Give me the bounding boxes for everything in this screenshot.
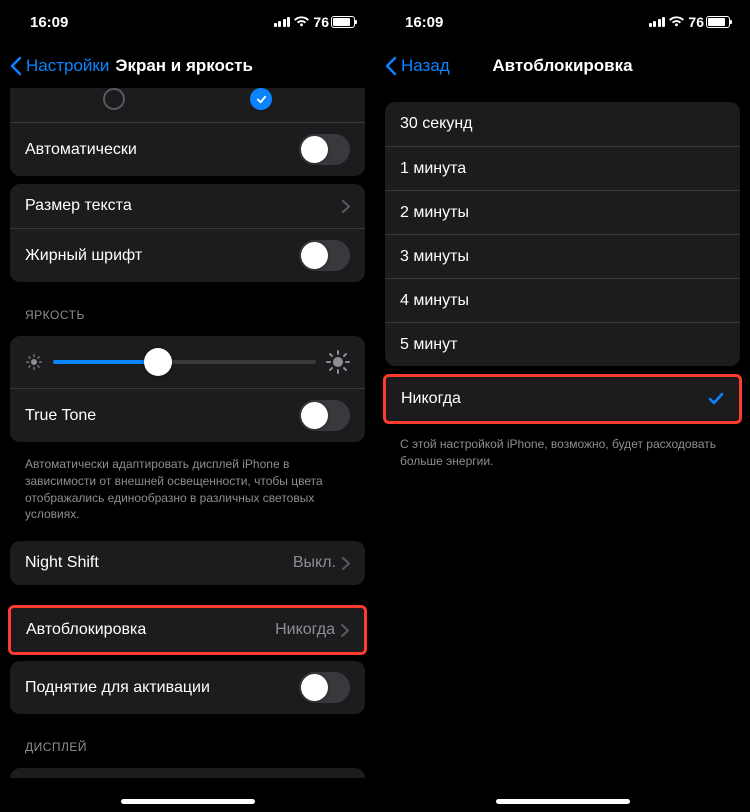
option-30s[interactable]: 30 секунд: [385, 102, 740, 146]
status-time: 16:09: [405, 14, 443, 31]
back-label: Назад: [401, 56, 450, 76]
option-3min[interactable]: 3 минуты: [385, 234, 740, 278]
nightshift-group: Night Shift Выкл.: [10, 541, 365, 585]
back-label: Настройки: [26, 56, 109, 76]
row-label: True Tone: [25, 407, 299, 425]
option-label: 30 секунд: [400, 115, 725, 133]
option-4min[interactable]: 4 минуты: [385, 278, 740, 322]
chevron-right-icon: [342, 557, 350, 570]
row-value: Выкл.: [293, 554, 336, 572]
row-label: Night Shift: [25, 554, 293, 572]
status-bar: 16:09 76: [0, 0, 375, 44]
signal-icon: [649, 17, 666, 27]
home-indicator[interactable]: [121, 799, 255, 804]
highlight-autolock: Автоблокировка Никогда: [8, 605, 367, 655]
option-never[interactable]: Никогда: [386, 377, 739, 421]
brightness-slider-row: [10, 336, 365, 388]
row-label: Автоблокировка: [26, 621, 275, 639]
check-icon: [708, 391, 724, 407]
row-label: Жирный шрифт: [25, 247, 299, 265]
text-group: Размер текста Жирный шрифт: [10, 184, 365, 282]
status-right: 76: [649, 14, 730, 30]
option-5min[interactable]: 5 минут: [385, 322, 740, 366]
brightness-group: True Tone: [10, 336, 365, 442]
home-indicator[interactable]: [496, 799, 630, 804]
option-label: 1 минута: [400, 160, 725, 178]
battery-icon: [706, 16, 730, 28]
raise-to-wake-row: Поднятие для активации: [10, 661, 365, 714]
phone-right: 16:09 76 Назад Автоблокировка 30 секунд …: [375, 0, 750, 812]
auto-appearance-row: Автоматически: [10, 122, 365, 176]
wifi-icon: [669, 16, 684, 28]
bold-text-toggle[interactable]: [299, 240, 350, 271]
back-button[interactable]: Назад: [385, 56, 450, 76]
night-shift-row[interactable]: Night Shift Выкл.: [10, 541, 365, 585]
autolock-options-group: 30 секунд 1 минута 2 минуты 3 минуты 4 м…: [385, 102, 740, 366]
battery-icon: [331, 16, 355, 28]
autolock-group: Автоблокировка Никогда: [11, 608, 364, 652]
autolock-content[interactable]: 30 секунд 1 минута 2 минуты 3 минуты 4 м…: [375, 88, 750, 778]
never-group: Никогда: [386, 377, 739, 421]
appearance-radios: [10, 88, 365, 122]
row-value: Никогда: [275, 621, 335, 639]
battery-indicator: 76: [688, 14, 730, 30]
zoom-group: Масштаб По умолчанию: [10, 768, 365, 778]
check-icon: [256, 94, 267, 105]
status-time: 16:09: [30, 14, 68, 31]
page-title: Экран и яркость: [115, 56, 253, 76]
true-tone-footnote: Автоматически адаптировать дисплей iPhon…: [0, 450, 375, 527]
row-label: Поднятие для активации: [25, 679, 299, 697]
slider-thumb[interactable]: [144, 348, 172, 376]
option-label: 4 минуты: [400, 292, 725, 310]
wifi-icon: [294, 16, 309, 28]
option-label: 5 минут: [400, 336, 725, 354]
sun-large-icon: [326, 350, 350, 374]
zoom-row[interactable]: Масштаб По умолчанию: [10, 768, 365, 778]
option-2min[interactable]: 2 минуты: [385, 190, 740, 234]
status-bar: 16:09 76: [375, 0, 750, 44]
back-button[interactable]: Настройки: [10, 56, 109, 76]
phone-left: 16:09 76 Настройки Экран и яркость: [0, 0, 375, 812]
chevron-left-icon: [10, 56, 22, 76]
autolock-row[interactable]: Автоблокировка Никогда: [11, 608, 364, 652]
option-label: 2 минуты: [400, 204, 725, 222]
true-tone-toggle[interactable]: [299, 400, 350, 431]
status-right: 76: [274, 14, 355, 30]
row-label: Автоматически: [25, 141, 299, 159]
display-header: ДИСПЛЕЙ: [0, 722, 375, 760]
brightness-slider[interactable]: [53, 360, 316, 364]
bold-text-row: Жирный шрифт: [10, 228, 365, 282]
text-size-row[interactable]: Размер текста: [10, 184, 365, 228]
appearance-dark-radio[interactable]: [250, 88, 272, 110]
option-label: 3 минуты: [400, 248, 725, 266]
appearance-light-radio[interactable]: [103, 88, 125, 110]
row-label: Размер текста: [25, 197, 342, 215]
chevron-right-icon: [341, 624, 349, 637]
chevron-right-icon: [342, 200, 350, 213]
settings-content[interactable]: Автоматически Размер текста Жирный шрифт…: [0, 88, 375, 778]
true-tone-row: True Tone: [10, 388, 365, 442]
brightness-header: ЯРКОСТЬ: [0, 290, 375, 328]
auto-appearance-toggle[interactable]: [299, 134, 350, 165]
option-1min[interactable]: 1 минута: [385, 146, 740, 190]
sun-small-icon: [25, 353, 43, 371]
battery-indicator: 76: [313, 14, 355, 30]
chevron-left-icon: [385, 56, 397, 76]
signal-icon: [274, 17, 291, 27]
highlight-never: Никогда: [383, 374, 742, 424]
never-footnote: С этой настройкой iPhone, возможно, буде…: [375, 430, 750, 474]
raise-to-wake-toggle[interactable]: [299, 672, 350, 703]
raise-group: Поднятие для активации: [10, 661, 365, 714]
nav-bar: Назад Автоблокировка: [375, 44, 750, 88]
nav-bar: Настройки Экран и яркость: [0, 44, 375, 88]
appearance-group: Автоматически: [10, 88, 365, 176]
option-label: Никогда: [401, 390, 708, 408]
